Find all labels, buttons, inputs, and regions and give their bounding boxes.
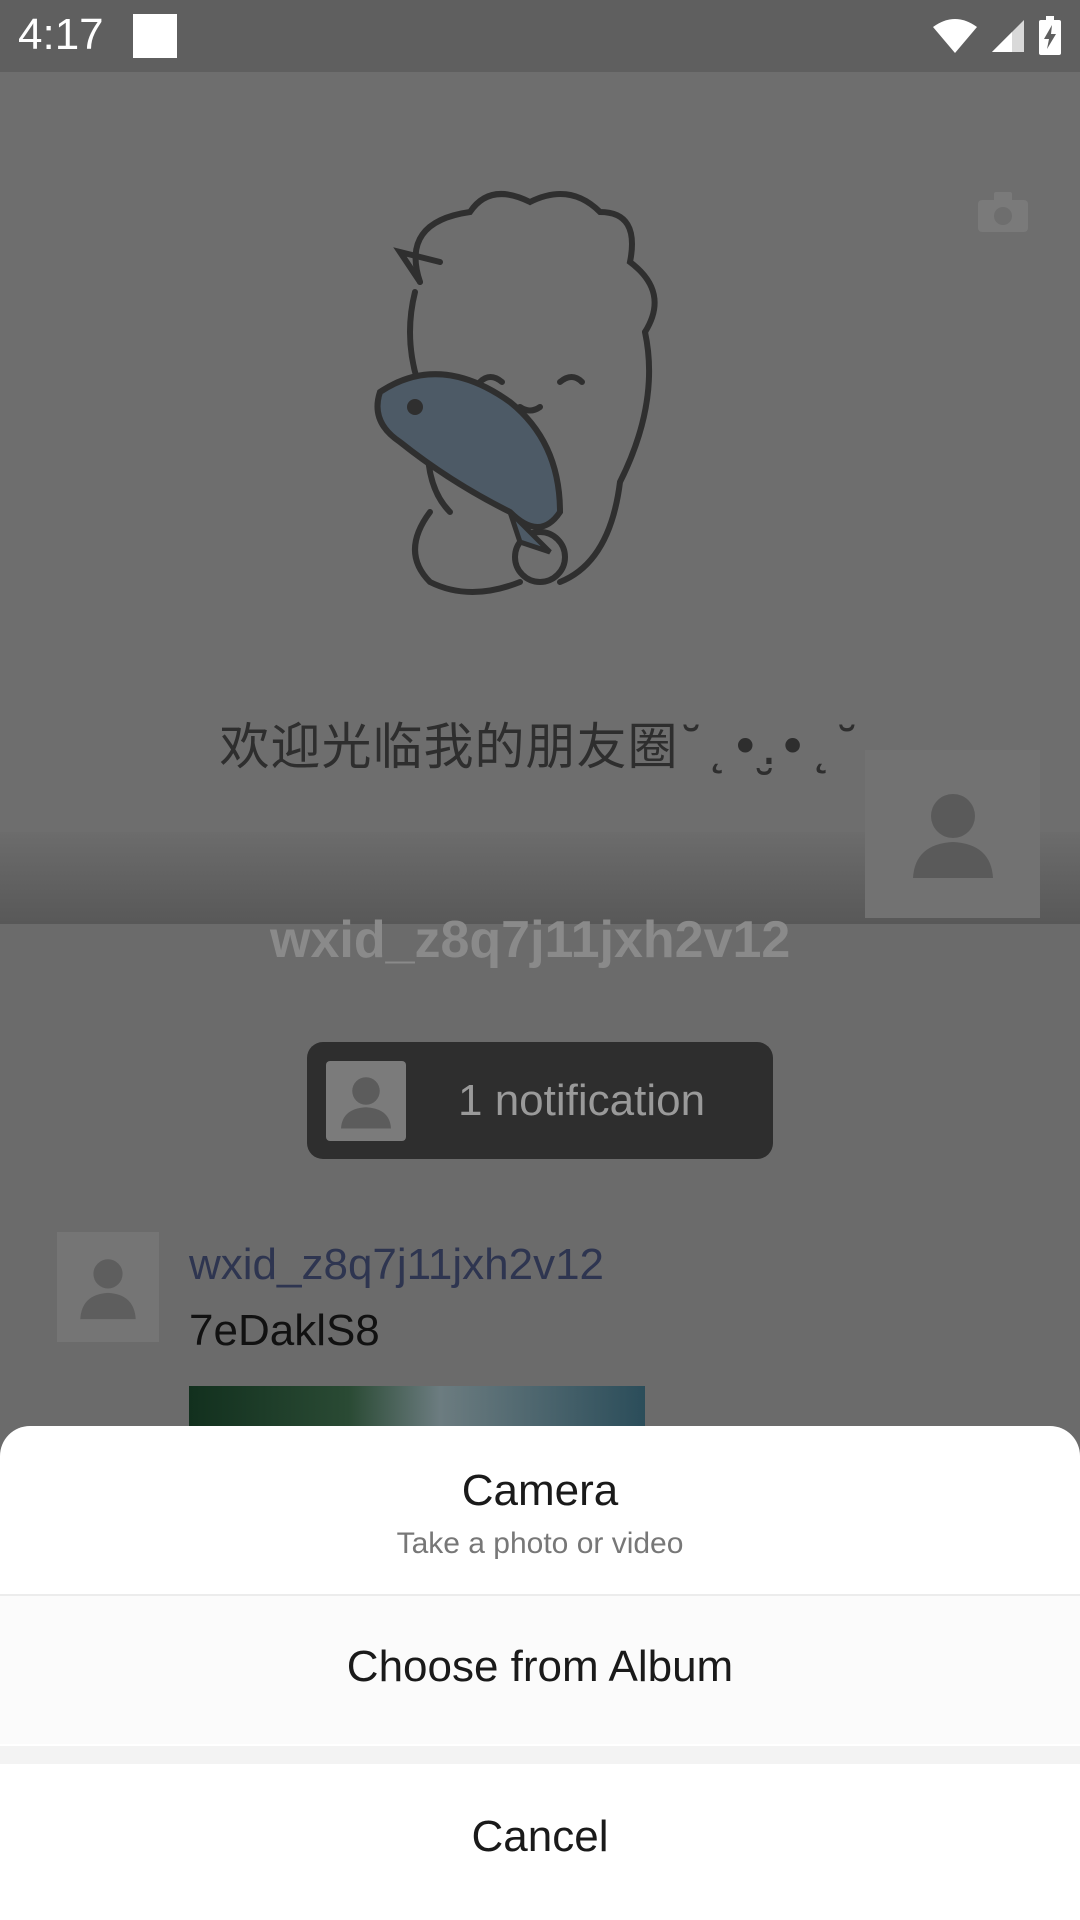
notification-text: 1 notification xyxy=(458,1075,706,1125)
feed-post-text: 7eDaklS8 xyxy=(189,1306,380,1355)
camera-icon xyxy=(978,192,1028,232)
action-sheet: Camera Take a photo or video Choose from… xyxy=(0,1426,1080,1920)
cancel-label: Cancel xyxy=(471,1812,609,1861)
person-icon xyxy=(341,1076,391,1128)
wifi-icon xyxy=(933,19,977,53)
person-icon xyxy=(80,1259,136,1320)
cancel-button[interactable]: Cancel xyxy=(0,1764,1080,1920)
notification-pill[interactable]: 1 notification xyxy=(307,1042,773,1159)
cover-username: wxid_z8q7j11jxh2v12 xyxy=(270,911,791,969)
choose-from-album-option[interactable]: Choose from Album xyxy=(0,1596,1080,1744)
moments-cover[interactable]: 欢迎光临我的朋友圈˘˛•.̮•˛˘ wxid_z8q7j11jxh2v12 xyxy=(0,72,1080,969)
feed-avatar[interactable] xyxy=(57,1232,159,1342)
status-icons xyxy=(932,14,1062,58)
feed-author-name[interactable]: wxid_z8q7j11jxh2v12 xyxy=(189,1240,604,1290)
cat-with-fish-illustration xyxy=(374,191,658,595)
profile-avatar[interactable] xyxy=(865,750,1040,918)
camera-option[interactable]: Camera Take a photo or video xyxy=(0,1426,1080,1594)
signal-icon xyxy=(992,20,1024,52)
notification-avatar xyxy=(326,1060,406,1141)
person-icon xyxy=(912,794,993,878)
status-bar: 4:17 xyxy=(0,0,1080,72)
sheet-separator xyxy=(0,1746,1080,1764)
camera-option-title: Camera xyxy=(461,1466,619,1515)
album-option-label: Choose from Album xyxy=(346,1642,734,1691)
status-time: 4:17 xyxy=(18,10,104,59)
notification-square-icon xyxy=(133,14,177,58)
feed-post-image[interactable] xyxy=(189,1386,645,1426)
camera-option-subtitle: Take a photo or video xyxy=(396,1527,684,1560)
battery-charging-icon xyxy=(1039,16,1061,55)
